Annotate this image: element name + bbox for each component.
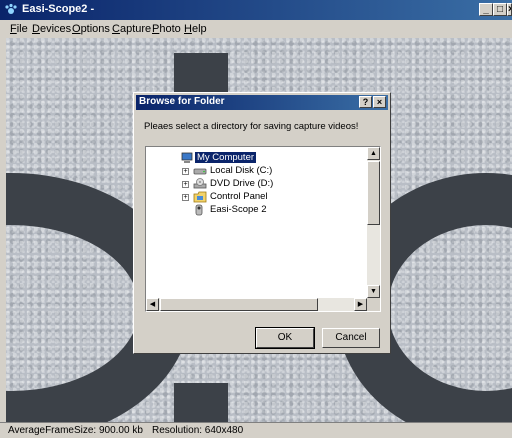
- menu-options[interactable]: Options: [72, 23, 110, 35]
- menu-bar: File Devices Options Capture Photo Help: [0, 20, 512, 38]
- tree-item-label: Local Disk (C:): [210, 165, 273, 176]
- frame-size-status: AverageFrameSize: 900.00 kb: [8, 425, 143, 436]
- dialog-prompt: Pleaes select a directory for saving cap…: [144, 121, 359, 132]
- tree-item-label: Control Panel: [210, 191, 268, 202]
- dialog-help-button[interactable]: ?: [359, 96, 372, 108]
- app-icon: [5, 3, 17, 14]
- dialog-close-button[interactable]: ×: [373, 96, 386, 108]
- menu-devices[interactable]: Devices: [32, 23, 71, 35]
- tree-item-label: DVD Drive (D:): [210, 178, 274, 189]
- tree-item-label: Easi-Scope 2: [210, 204, 267, 215]
- horizontal-scrollbar[interactable]: ◀ ▶: [146, 298, 367, 311]
- expand-icon[interactable]: +: [182, 194, 189, 201]
- ok-button[interactable]: OK: [255, 327, 315, 349]
- resolution-status: Resolution: 640x480: [152, 425, 244, 436]
- scroll-up-button[interactable]: ▲: [367, 147, 380, 160]
- scroll-down-button[interactable]: ▼: [367, 285, 380, 298]
- status-bar: AverageFrameSize: 900.00 kb Resolution: …: [0, 422, 512, 438]
- dialog-title-bar[interactable]: Browse for Folder ? ×: [136, 95, 388, 110]
- tree-item-label: My Computer: [195, 152, 257, 163]
- printed-stroke-bottom: [174, 383, 228, 422]
- browse-folder-dialog: Browse for Folder ? × Pleaes select a di…: [133, 92, 391, 354]
- maximize-button[interactable]: □: [493, 3, 507, 16]
- control-panel-icon: [193, 191, 207, 203]
- menu-help[interactable]: Help: [184, 23, 207, 35]
- window-title: Easi-Scope2 -: [22, 3, 95, 15]
- hard-drive-icon: [193, 168, 207, 175]
- scroll-right-button[interactable]: ▶: [354, 298, 367, 311]
- scroll-left-button[interactable]: ◀: [146, 298, 159, 311]
- vertical-scrollbar[interactable]: ▲ ▼: [367, 147, 380, 298]
- minimize-button[interactable]: _: [479, 3, 493, 16]
- dialog-title: Browse for Folder: [139, 96, 225, 107]
- close-button[interactable]: ×: [507, 3, 512, 16]
- scrollbar-corner: [367, 298, 380, 311]
- expand-icon[interactable]: +: [182, 168, 189, 175]
- horizontal-scroll-thumb[interactable]: [160, 298, 318, 311]
- menu-file[interactable]: File: [10, 23, 28, 35]
- expand-icon[interactable]: +: [182, 181, 189, 188]
- title-bar[interactable]: Easi-Scope2 - _ □ ×: [0, 0, 512, 20]
- vertical-scroll-thumb[interactable]: [367, 161, 380, 225]
- menu-capture[interactable]: Capture: [112, 23, 151, 35]
- computer-icon: [181, 152, 193, 163]
- camera-icon: [195, 204, 203, 216]
- cancel-button[interactable]: Cancel: [322, 328, 380, 348]
- dvd-drive-icon: [193, 178, 207, 189]
- menu-photo[interactable]: Photo: [152, 23, 181, 35]
- folder-tree: My Computer + Local Disk (C:) + DVD Driv…: [145, 146, 381, 312]
